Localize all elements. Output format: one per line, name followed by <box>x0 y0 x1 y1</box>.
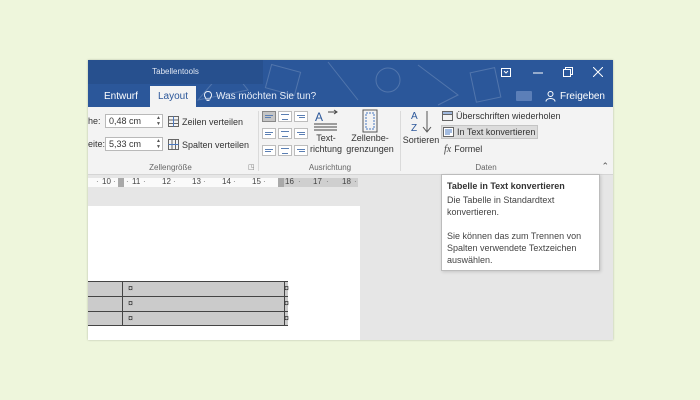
width-spinner[interactable]: 5,33 cm ▲ ▼ <box>105 137 163 151</box>
distribute-rows-icon <box>168 116 179 127</box>
cell-margins-label-2: grenzungen <box>346 144 394 154</box>
ruler-tick: 10 <box>102 177 111 186</box>
align-bottom-center-button[interactable] <box>278 145 292 156</box>
repeat-headers-label: Überschriften wiederholen <box>456 111 561 121</box>
distribute-rows-label: Zeilen verteilen <box>182 116 244 127</box>
align-middle-center-button[interactable] <box>278 128 292 139</box>
tell-me-box[interactable]: Was möchten Sie tun? <box>204 86 316 107</box>
horizontal-ruler[interactable]: · 10 · · 11 · 12 · 13 · 14 · 15 · 16 · 1… <box>88 176 358 188</box>
cell-margins-button[interactable]: Zellenbe- grenzungen <box>343 109 397 155</box>
column-marker[interactable] <box>278 178 284 187</box>
repeat-headers-button[interactable]: Überschriften wiederholen <box>442 109 561 123</box>
document-page[interactable]: ¤ ¤ ¤ ¤ ¤ ¤ <box>88 206 360 340</box>
align-bottom-left-button[interactable] <box>262 145 276 156</box>
end-of-cell-mark: ¤ <box>128 283 134 293</box>
tab-entwurf[interactable]: Entwurf <box>96 86 146 107</box>
word-window: Tabellentools Entwurf Layout Was möchten… <box>88 60 613 340</box>
spinner-arrows-icon[interactable]: ▲ ▼ <box>156 138 161 150</box>
share-button[interactable]: Freigeben <box>545 86 605 107</box>
collapse-ribbon-icon[interactable]: ⌃ <box>601 161 609 172</box>
height-label: he: <box>88 116 101 126</box>
text-direction-icon: A <box>314 109 338 131</box>
context-tab-title: Tabellentools <box>88 60 263 84</box>
distribute-columns-icon <box>168 139 179 150</box>
align-top-center-button[interactable] <box>278 111 292 122</box>
ruler-tick: 15 <box>252 177 261 186</box>
cell-margins-label-1: Zellenbe- <box>351 133 389 143</box>
svg-text:Z: Z <box>411 123 417 134</box>
end-of-cell-mark: ¤ <box>128 298 134 308</box>
group-label-cellsize: Zellengröße <box>149 163 192 172</box>
tooltip-description: Die Tabelle in Standardtext konvertieren… <box>447 195 555 217</box>
distribute-columns-label: Spalten verteilen <box>182 139 250 150</box>
lightbulb-icon <box>204 91 212 101</box>
dialog-launcher-icon[interactable]: ◳ <box>248 163 255 171</box>
minimize-icon[interactable] <box>528 63 548 81</box>
table-row[interactable]: ¤ ¤ <box>88 296 290 311</box>
formula-icon: fx <box>444 143 452 155</box>
table-row[interactable]: ¤ ¤ <box>88 311 290 326</box>
tell-me-text: Was möchten Sie tun? <box>216 91 317 102</box>
convert-to-text-label: In Text konvertieren <box>457 127 536 137</box>
convert-to-text-icon <box>443 127 454 137</box>
formula-label: Formel <box>454 144 483 154</box>
sort-label: Sortieren <box>402 135 440 145</box>
close-icon[interactable] <box>588 63 608 81</box>
tooltip-detail: Sie können das zum Trennen von Spalten v… <box>447 231 582 265</box>
ruler-tick: 12 <box>162 177 171 186</box>
ruler-tick: 18 <box>342 177 351 186</box>
distribute-columns-button[interactable]: Spalten verteilen <box>168 139 249 150</box>
sort-icon: A Z <box>411 111 432 134</box>
share-label: Freigeben <box>559 91 605 102</box>
svg-text:A: A <box>411 111 418 122</box>
height-spinner[interactable]: 0,48 cm ▲ ▼ <box>105 114 163 128</box>
group-label-alignment: Ausrichtung <box>308 163 352 172</box>
formula-button[interactable]: fx Formel <box>444 142 482 156</box>
restore-icon[interactable] <box>558 63 578 81</box>
tooltip-title: Tabelle in Text konvertieren <box>447 181 565 191</box>
spinner-arrows-icon[interactable]: ▲ ▼ <box>156 115 161 127</box>
ribbon-display-options-icon[interactable] <box>496 63 516 81</box>
ruler-tick: 17 <box>313 177 322 186</box>
distribute-rows-button[interactable]: Zeilen verteilen <box>168 116 243 127</box>
document-table[interactable]: ¤ ¤ ¤ ¤ ¤ ¤ <box>88 281 290 326</box>
ruler-tick: 14 <box>222 177 231 186</box>
width-label: eite: <box>88 139 106 149</box>
person-icon <box>545 91 556 102</box>
align-top-left-button[interactable] <box>262 111 276 122</box>
repeat-header-rows-icon <box>442 111 453 121</box>
text-direction-label-1: Text- <box>316 133 336 143</box>
tab-layout[interactable]: Layout <box>150 86 197 107</box>
column-marker[interactable] <box>118 178 124 187</box>
title-bar: Tabellentools Entwurf Layout Was möchten… <box>88 60 613 107</box>
end-of-row-mark: ¤ <box>284 298 290 308</box>
user-icon[interactable] <box>516 91 532 101</box>
end-of-row-mark: ¤ <box>284 313 290 323</box>
cell-margins-icon <box>362 109 378 133</box>
convert-to-text-button[interactable]: In Text konvertieren <box>441 125 539 139</box>
width-value: 5,33 cm <box>109 139 142 149</box>
table-row[interactable]: ¤ ¤ <box>88 281 290 296</box>
group-label-data: Daten <box>475 163 497 172</box>
end-of-row-mark: ¤ <box>284 283 290 293</box>
end-of-cell-mark: ¤ <box>128 313 134 323</box>
ruler-tick: 16 <box>285 177 294 186</box>
svg-text:A: A <box>315 110 323 124</box>
ribbon: he: 0,48 cm ▲ ▼ eite: 5,33 cm ▲ ▼ Zeilen v… <box>88 107 613 175</box>
ruler-tick: 13 <box>192 177 201 186</box>
tooltip: Tabelle in Text konvertieren Die Tabelle… <box>441 174 600 271</box>
ruler-tick: 11 <box>132 177 141 186</box>
text-direction-button[interactable]: A Text- richtung <box>306 109 346 155</box>
group-separator <box>258 111 259 171</box>
text-direction-label-2: richtung <box>309 144 343 154</box>
height-value: 0,48 cm <box>109 116 142 126</box>
group-separator <box>400 111 401 171</box>
sort-button[interactable]: A Z Sortieren <box>402 109 440 146</box>
align-middle-left-button[interactable] <box>262 128 276 139</box>
